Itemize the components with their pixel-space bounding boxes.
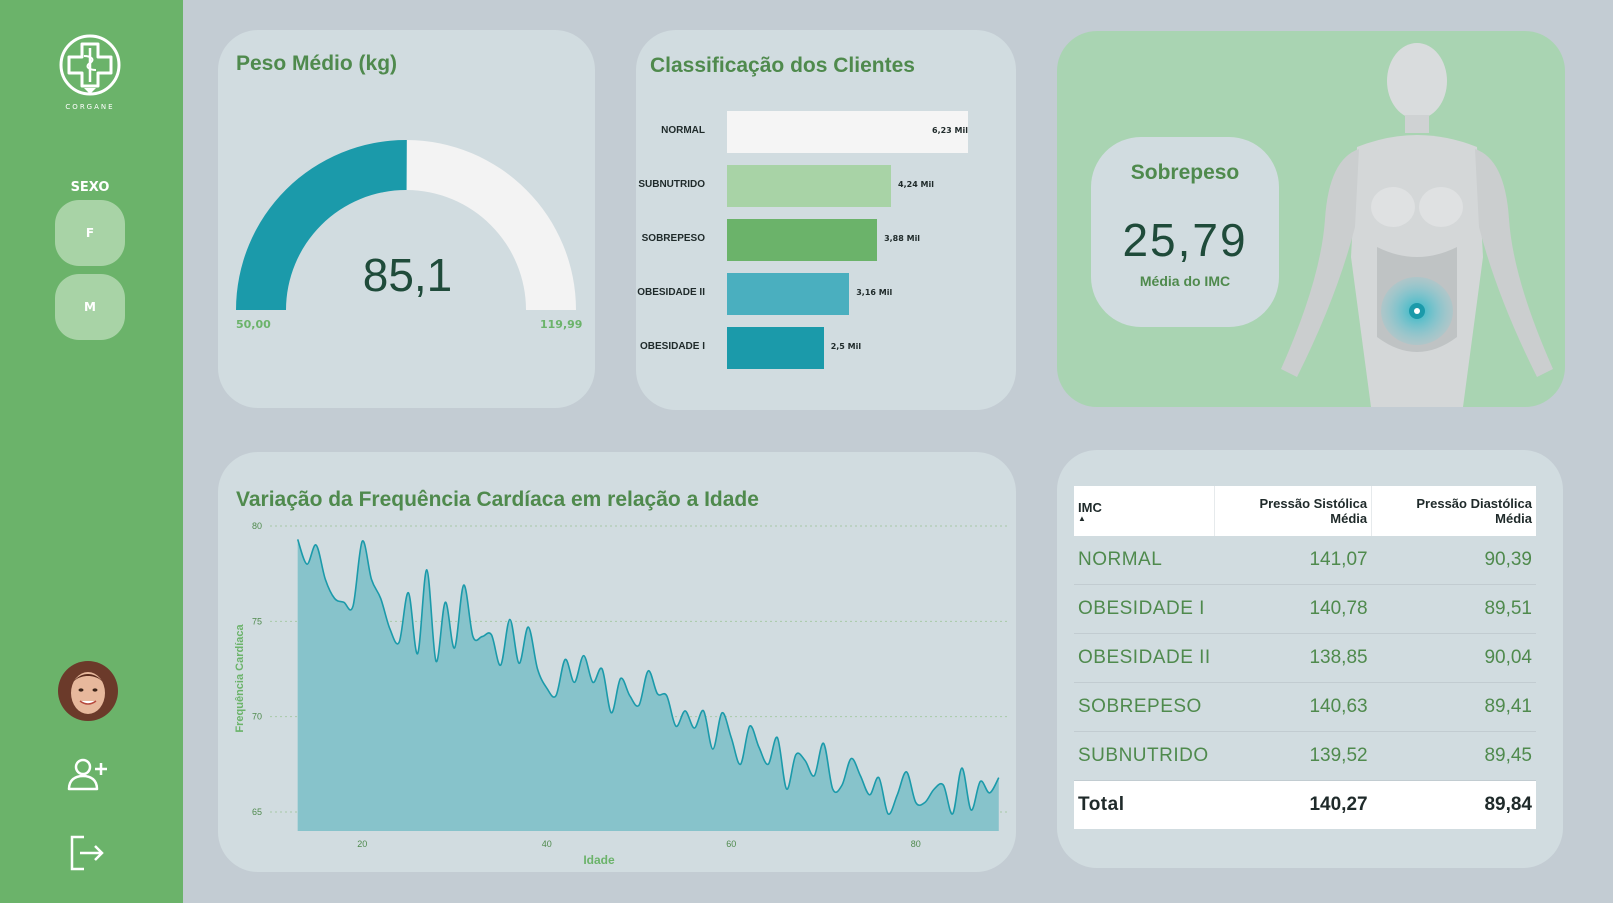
x-tick-label: 80 xyxy=(911,839,921,849)
imc-category-cell: OBESIDADE I xyxy=(1074,584,1215,634)
imc-card: Sobrepeso 25,79 Média do IMC xyxy=(1057,31,1565,407)
total-systolic-cell: 140,27 xyxy=(1214,780,1372,829)
bar-data-label: 4,24 Mil xyxy=(898,180,934,189)
bar[interactable] xyxy=(727,219,878,261)
column-header-label: IMC xyxy=(1078,499,1102,515)
diastolic-cell: 90,04 xyxy=(1371,633,1536,683)
bar-category-label: OBESIDADE II xyxy=(637,287,705,298)
total-label-cell: Total xyxy=(1074,780,1215,829)
imc-category-cell: SUBNUTRIDO xyxy=(1074,731,1215,781)
imc-kpi-box: Sobrepeso 25,79 Média do IMC xyxy=(1091,137,1279,327)
imc-value: 25,79 xyxy=(1122,214,1248,266)
systolic-cell: 139,52 xyxy=(1214,731,1372,781)
bar-category-label: OBESIDADE I xyxy=(639,341,705,352)
imc-category-cell: SOBREPESO xyxy=(1074,682,1215,732)
y-axis-label: Frequência Cardíaca xyxy=(234,624,246,733)
logo-text: CORGANE xyxy=(65,103,115,111)
human-body-illustration xyxy=(1281,43,1553,407)
avatar[interactable] xyxy=(58,661,118,721)
weight-gauge-title: Peso Médio (kg) xyxy=(236,52,398,75)
bar-row[interactable]: SOBREPESO 3,88 Mil xyxy=(635,219,995,261)
sort-ascending-icon[interactable]: ▲ xyxy=(1078,514,1210,523)
imc-subtitle: Média do IMC xyxy=(1139,273,1231,289)
table-row[interactable]: OBESIDADE I 140,78 89,51 xyxy=(1074,584,1536,634)
bar[interactable] xyxy=(727,165,892,207)
column-header-systolic[interactable]: Pressão Sistólica Média xyxy=(1214,486,1373,536)
x-tick-label: 40 xyxy=(542,839,552,849)
sex-filter-label: SEXO xyxy=(70,180,110,195)
x-tick-label: 20 xyxy=(357,839,367,849)
bar-data-label: 6,23 Mil xyxy=(932,126,968,135)
systolic-cell: 141,07 xyxy=(1214,536,1372,585)
column-header-imc[interactable]: IMC ▲ xyxy=(1074,486,1216,536)
bar[interactable] xyxy=(727,273,850,315)
table-row[interactable]: SOBREPESO 140,63 89,41 xyxy=(1074,682,1536,732)
area-fill xyxy=(297,539,999,831)
table-row[interactable]: SUBNUTRIDO 139,52 89,45 xyxy=(1074,731,1536,781)
systolic-cell: 138,85 xyxy=(1214,633,1372,683)
gauge-max-label: 119,99 xyxy=(540,318,583,331)
diastolic-cell: 89,41 xyxy=(1371,682,1536,732)
total-diastolic-cell: 89,84 xyxy=(1371,780,1536,829)
blood-pressure-table: IMC ▲ Pressão Sistólica Média Pressão Di… xyxy=(1074,486,1536,829)
medical-cross-logo-icon xyxy=(59,34,121,96)
logout-icon[interactable] xyxy=(66,833,110,873)
heart-rate-area-chart: 65 70 75 80 20 40 60 80 Idade Frequência Cardíaca xyxy=(234,521,1008,867)
sidebar: CORGANE SEXO F M xyxy=(0,0,183,903)
table-header-row: IMC ▲ Pressão Sistólica Média Pressão Di… xyxy=(1074,486,1536,536)
bar-category-label: NORMAL xyxy=(661,125,705,136)
systolic-cell: 140,63 xyxy=(1214,682,1372,732)
imc-category-cell: NORMAL xyxy=(1074,536,1215,585)
table-row[interactable]: OBESIDADE II 138,85 90,04 xyxy=(1074,633,1536,683)
column-header-diastolic[interactable]: Pressão Diastólica Média xyxy=(1371,486,1536,536)
sex-filter-m-button[interactable]: M xyxy=(55,274,125,340)
diastolic-cell: 89,51 xyxy=(1371,584,1536,634)
bar-row[interactable]: OBESIDADE I 2,5 Mil xyxy=(635,327,995,369)
x-tick-label: 60 xyxy=(726,839,736,849)
bar[interactable] xyxy=(727,327,824,369)
imc-category: Sobrepeso xyxy=(1130,161,1240,184)
bar-category-label: SOBREPESO xyxy=(641,233,705,244)
x-axis-label: Idade xyxy=(583,853,615,867)
y-tick-label: 75 xyxy=(252,616,262,626)
sex-filter-f-button[interactable]: F xyxy=(55,200,125,266)
diastolic-cell: 90,39 xyxy=(1371,536,1536,585)
bar-row[interactable]: NORMAL 6,23 Mil xyxy=(635,111,995,153)
gauge-min-label: 50,00 xyxy=(236,318,271,331)
bar-row[interactable]: OBESIDADE II 3,16 Mil xyxy=(635,273,995,315)
y-tick-label: 70 xyxy=(252,712,262,722)
diastolic-cell: 89,45 xyxy=(1371,731,1536,781)
y-tick-label: 65 xyxy=(252,807,262,817)
bar-data-label: 2,5 Mil xyxy=(830,342,862,351)
classification-title: Classificação dos Clientes xyxy=(650,54,915,77)
bar-data-label: 3,16 Mil xyxy=(856,288,893,297)
table-total-row: Total 140,27 89,84 xyxy=(1074,780,1536,829)
table-row[interactable]: NORMAL 141,07 90,39 xyxy=(1074,536,1536,585)
bar-data-label: 3,88 Mil xyxy=(884,234,921,243)
imc-category-cell: OBESIDADE II xyxy=(1074,633,1215,683)
systolic-cell: 140,78 xyxy=(1214,584,1372,634)
y-tick-label: 80 xyxy=(252,521,262,531)
bar-row[interactable]: SUBNUTRIDO 4,24 Mil xyxy=(635,165,995,207)
blood-pressure-card: IMC ▲ Pressão Sistólica Média Pressão Di… xyxy=(1057,450,1563,868)
bar-category-label: SUBNUTRIDO xyxy=(638,179,705,190)
weight-gauge-value: 85,1 xyxy=(362,249,453,301)
add-user-icon[interactable] xyxy=(66,755,110,795)
